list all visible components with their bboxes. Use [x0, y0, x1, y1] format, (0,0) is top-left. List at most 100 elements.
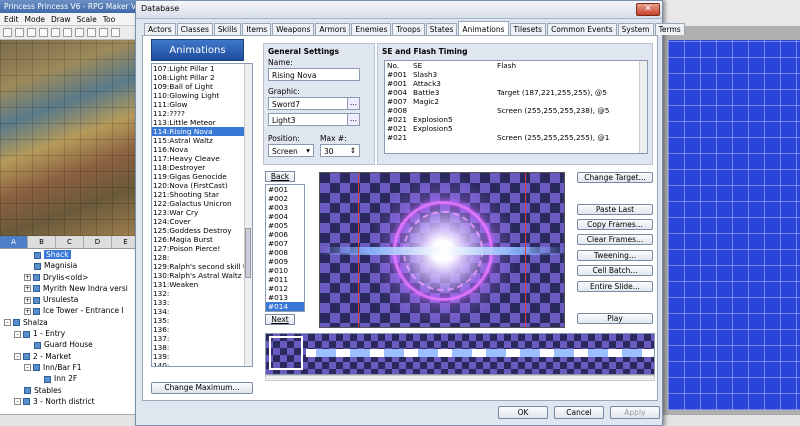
map-tree-item[interactable]: Inn 2F	[0, 373, 139, 384]
new-icon[interactable]	[3, 28, 12, 37]
frame-timeline[interactable]	[265, 333, 655, 375]
frame-list-item[interactable]: #004	[266, 212, 304, 221]
se-row[interactable]: #007 Magic2	[385, 97, 647, 106]
next-button[interactable]: Next	[265, 314, 295, 325]
animation-list-item[interactable]: 130:Ralph's Astral Waltz	[152, 271, 252, 280]
expand-icon[interactable]: +	[24, 274, 31, 282]
map-tree-item[interactable]: - 2 - Market	[0, 351, 139, 362]
frame-list-item[interactable]: #006	[266, 230, 304, 239]
animation-list-item[interactable]: 120:Nova (FirstCast)	[152, 181, 252, 190]
map-tree-item[interactable]: - Shalza	[0, 317, 139, 328]
menu-item-draw[interactable]: Draw	[51, 15, 71, 24]
animation-list-item[interactable]: 111:Glow	[152, 100, 252, 109]
animation-list-scroll-thumb[interactable]	[245, 228, 251, 278]
animation-list-item[interactable]: 133:	[152, 298, 252, 307]
graphic1-browse-button[interactable]: ...	[347, 98, 359, 109]
map-tree-item[interactable]: + Drylis<old>	[0, 272, 139, 283]
animation-list-item[interactable]: 135:	[152, 316, 252, 325]
paste-icon[interactable]	[63, 28, 72, 37]
apply-button[interactable]: Apply	[610, 406, 660, 419]
frame-list-item[interactable]: #010	[266, 266, 304, 275]
expand-icon[interactable]: +	[24, 285, 31, 293]
map-tree-item[interactable]: - 3 - North district	[0, 396, 139, 407]
animation-list-item[interactable]: 112:????	[152, 109, 252, 118]
map-tree-item[interactable]: + Ursulesta	[0, 294, 139, 305]
copy-icon[interactable]	[51, 28, 60, 37]
animation-list-item[interactable]: 108:Light Pillar 2	[152, 73, 252, 82]
se-row[interactable]: #001 Attack3	[385, 79, 647, 88]
tab-system[interactable]: System	[617, 23, 654, 35]
frame-list-item[interactable]: #013	[266, 293, 304, 302]
se-row[interactable]: #021 Explosion5	[385, 124, 647, 133]
delete-icon[interactable]	[75, 28, 84, 37]
map-tree-item[interactable]: Shack	[0, 249, 139, 260]
animation-list[interactable]: 107:Light Pillar 1 108:Light Pillar 2 109:…	[151, 63, 253, 367]
frame-list-item[interactable]: #007	[266, 239, 304, 248]
animation-list-item[interactable]: 125:Goddess Destroy	[152, 226, 252, 235]
tab-troops[interactable]: Troops	[392, 23, 425, 35]
animation-list-item[interactable]: 122:Galactus Unicron	[152, 199, 252, 208]
map-tree-item[interactable]: - 1 - Entry	[0, 328, 139, 339]
frame-list-item[interactable]: #008	[266, 248, 304, 257]
layer-icon[interactable]	[99, 28, 108, 37]
tab-classes[interactable]: Classes	[176, 23, 213, 35]
expand-icon[interactable]: -	[24, 364, 31, 372]
tile-tab-c[interactable]: C	[56, 236, 84, 248]
cut-icon[interactable]	[39, 28, 48, 37]
menu-item-scale[interactable]: Scale	[77, 15, 97, 24]
frame-list-item[interactable]: #001	[266, 185, 304, 194]
cancel-button[interactable]: Cancel	[554, 406, 604, 419]
animation-list-item[interactable]: 114:Rising Nova	[152, 127, 252, 136]
timeline-current-cell[interactable]	[269, 336, 303, 370]
back-button[interactable]: Back	[265, 171, 295, 182]
animation-list-item[interactable]: 117:Heavy Cleave	[152, 154, 252, 163]
save-icon[interactable]	[27, 28, 36, 37]
animation-list-item[interactable]: 138:	[152, 343, 252, 352]
tile-tab-b[interactable]: B	[28, 236, 56, 248]
menu-item-too[interactable]: Too	[103, 15, 115, 24]
animation-list-item[interactable]: 119:Gigas Genocide	[152, 172, 252, 181]
expand-icon[interactable]: -	[14, 330, 21, 338]
graphic2-field[interactable]: Light3...	[268, 113, 360, 126]
frame-list-item[interactable]: #009	[266, 257, 304, 266]
expand-icon[interactable]: -	[14, 353, 21, 361]
tab-skills[interactable]: Skills	[213, 23, 242, 35]
animation-list-item[interactable]: 126:Magia Burst	[152, 235, 252, 244]
expand-icon[interactable]: -	[14, 398, 21, 406]
cell-batch-button[interactable]: Cell Batch...	[577, 265, 653, 276]
paste-last-button[interactable]: Paste Last	[577, 204, 653, 215]
tile-tab-d[interactable]: D	[84, 236, 112, 248]
animation-list-item[interactable]: 107:Light Pillar 1	[152, 64, 252, 73]
animation-list-item[interactable]: 116:Nova	[152, 145, 252, 154]
se-row[interactable]: #021 Screen (255,255,255,255), @1	[385, 133, 647, 142]
animation-list-item[interactable]: 137:	[152, 334, 252, 343]
tile-tab-a[interactable]: A	[0, 236, 28, 248]
map-canvas[interactable]	[668, 40, 800, 410]
animation-list-item[interactable]: 109:Ball of Light	[152, 82, 252, 91]
position-select[interactable]: Screen ▾	[268, 144, 314, 157]
tweening-button[interactable]: Tweening...	[577, 250, 653, 261]
map-tree-item[interactable]: + Ice Tower - Entrance I	[0, 305, 139, 316]
play-button[interactable]: Play	[577, 313, 653, 324]
expand-icon[interactable]: -	[4, 319, 11, 327]
animation-list-item[interactable]: 113:Little Meteor	[152, 118, 252, 127]
tab-items[interactable]: Items	[242, 23, 272, 35]
frame-list-item[interactable]: #003	[266, 203, 304, 212]
animation-list-item[interactable]: 121:Shooting Star	[152, 190, 252, 199]
tab-terms[interactable]: Terms	[654, 23, 685, 35]
animation-list-item[interactable]: 127:Poison Pierce!	[152, 244, 252, 253]
frame-list[interactable]: #001 #002 #003 #004 #005 #006 #007 #008 #009 #010…	[265, 184, 305, 312]
tab-weapons[interactable]: Weapons	[272, 23, 315, 35]
animation-list-item[interactable]: 134:	[152, 307, 252, 316]
animation-list-item[interactable]: 132:	[152, 289, 252, 298]
tab-enemies[interactable]: Enemies	[351, 23, 392, 35]
animation-list-item[interactable]: 123:War Cry	[152, 208, 252, 217]
copy-frames-button[interactable]: Copy Frames...	[577, 219, 653, 230]
frame-list-item[interactable]: #005	[266, 221, 304, 230]
animation-list-item[interactable]: 110:Glowing Light	[152, 91, 252, 100]
animation-list-item[interactable]: 128:	[152, 253, 252, 262]
entire-slide-button[interactable]: Entire Slide...	[577, 281, 653, 292]
frame-list-item[interactable]: #011	[266, 275, 304, 284]
undo-icon[interactable]	[87, 28, 96, 37]
animation-list-item[interactable]: 136:	[152, 325, 252, 334]
